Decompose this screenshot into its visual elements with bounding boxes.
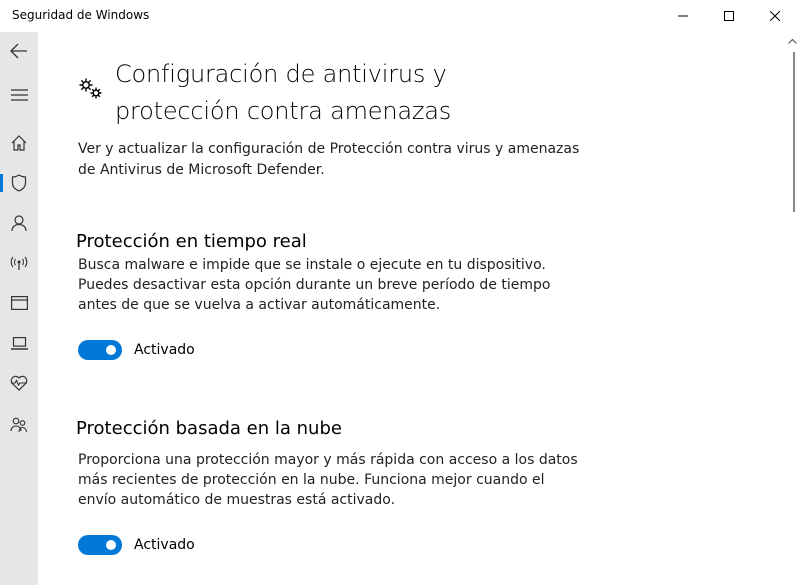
section-description-cloud: Proporciona una protección mayor y más r… [78, 452, 578, 508]
toggle-row-realtime: Activado [78, 339, 195, 361]
minimize-button[interactable] [660, 0, 706, 32]
sidebar-item-family-options[interactable] [0, 406, 38, 444]
sidebar-item-app-browser-control[interactable] [0, 284, 38, 322]
maximize-icon [724, 11, 734, 21]
toggle-label: Activado [134, 537, 195, 553]
toggle-knob [106, 345, 116, 355]
section-title-realtime: Protección en tiempo real [76, 231, 307, 252]
heart-pulse-icon [10, 375, 28, 391]
close-button[interactable] [752, 0, 797, 32]
realtime-protection-toggle[interactable] [78, 340, 122, 360]
antenna-icon [10, 256, 28, 270]
scrollbar-thumb[interactable] [793, 52, 795, 212]
sidebar-item-firewall[interactable] [0, 244, 38, 282]
browser-window-icon [10, 296, 28, 310]
hamburger-menu-icon [10, 89, 28, 101]
family-icon [10, 417, 28, 433]
active-indicator [0, 174, 3, 192]
scroll-up-arrow-icon[interactable] [788, 38, 797, 44]
sidebar-item-device-performance[interactable] [0, 364, 38, 402]
toggle-row-cloud: Activado [78, 534, 195, 556]
section-description-realtime: Busca malware e impide que se instale o … [78, 257, 551, 313]
toggle-knob [106, 540, 116, 550]
sidebar-item-device-security[interactable] [0, 324, 38, 362]
app-title: Seguridad de Windows [12, 8, 150, 22]
page-title: Configuración de antivirus y protección … [115, 60, 452, 125]
cloud-protection-toggle[interactable] [78, 535, 122, 555]
sidebar-item-home[interactable] [0, 124, 38, 162]
sidebar [0, 32, 38, 585]
close-icon [770, 11, 780, 21]
main-content: Configuración de antivirus y protección … [38, 32, 797, 585]
sidebar-item-virus-protection[interactable] [0, 164, 38, 202]
person-icon [11, 214, 27, 231]
title-bar: Seguridad de Windows [0, 0, 797, 32]
home-icon [11, 135, 27, 151]
laptop-icon [10, 336, 28, 350]
sidebar-item-account-protection[interactable] [0, 204, 38, 242]
page-description: Ver y actualizar la configuración de Pro… [78, 141, 580, 178]
maximize-button[interactable] [706, 0, 752, 32]
toggle-label: Activado [134, 342, 195, 358]
back-arrow-icon [10, 43, 27, 59]
minimize-icon [678, 15, 688, 17]
section-title-cloud: Protección basada en la nube [76, 418, 342, 439]
shield-icon [11, 174, 27, 192]
menu-button[interactable] [0, 76, 38, 114]
gears-icon [79, 78, 102, 99]
back-button[interactable] [0, 32, 38, 70]
